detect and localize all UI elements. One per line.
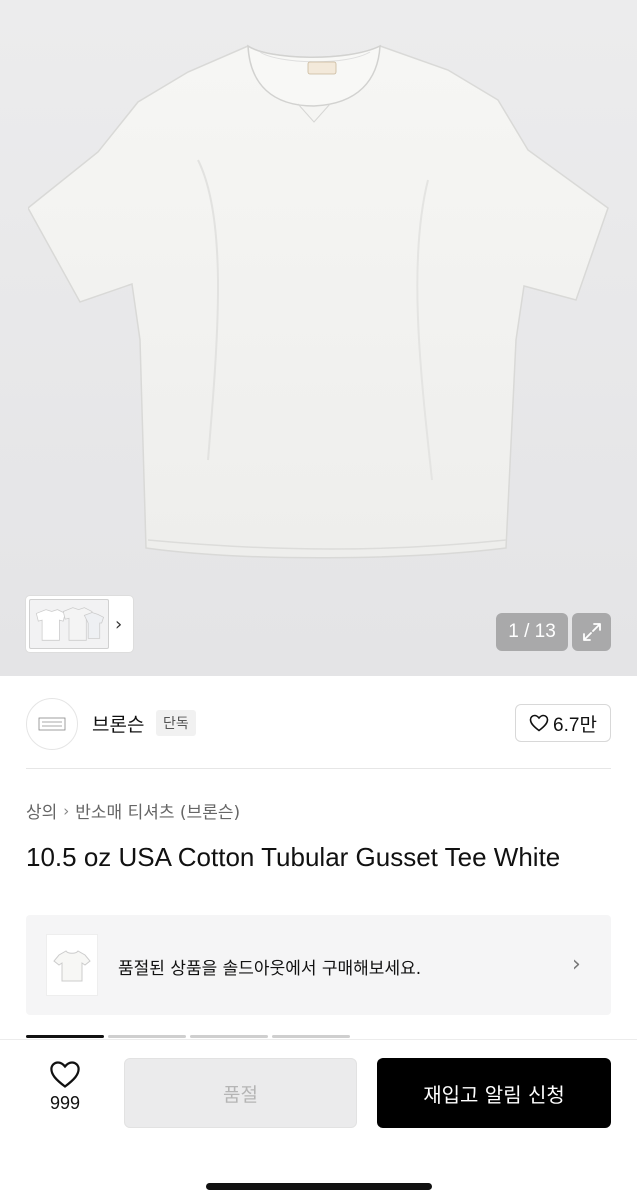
divider (26, 768, 611, 769)
tab-indicator-active[interactable] (26, 1035, 104, 1038)
home-indicator (206, 1183, 432, 1190)
wishlist-count: 999 (49, 1093, 81, 1113)
expand-icon (582, 623, 601, 641)
restock-notify-button[interactable]: 재입고 알림 신청 (377, 1058, 611, 1128)
soldout-button: 품절 (124, 1058, 357, 1128)
chevron-right-icon: › (572, 952, 581, 977)
soldout-banner[interactable]: 품절된 상품을 솔드아웃에서 구매해보세요. › (26, 915, 611, 1015)
exclusive-badge: 단독 (156, 710, 196, 736)
brand-name[interactable]: 브론슨 (92, 710, 144, 737)
breadcrumb: 상의 › 반소매 티셔츠 (브론슨) (26, 798, 240, 824)
wishlist-button[interactable]: 999 (26, 1060, 104, 1130)
thumbnail-image[interactable] (29, 599, 109, 649)
heart-icon (529, 714, 549, 732)
tab-indicator[interactable] (190, 1035, 268, 1038)
bottom-action-bar: 999 품절 재입고 알림 신청 (0, 1040, 637, 1200)
brand-like-button[interactable]: 6.7만 (515, 704, 611, 742)
heart-icon (50, 1061, 80, 1088)
tshirt-icon (53, 950, 91, 982)
breadcrumb-subcategory[interactable]: 반소매 티셔츠 (브론슨) (75, 798, 240, 823)
tab-bar-peek (26, 1035, 350, 1038)
soldout-banner-text: 품절된 상품을 솔드아웃에서 구매해보세요. (118, 959, 422, 979)
brand-logo[interactable] (26, 698, 78, 750)
brand-row: 브론슨 단독 6.7만 (0, 676, 637, 770)
chevron-right-icon: › (63, 801, 70, 820)
product-image (28, 44, 609, 559)
image-counter: 1 / 13 (496, 613, 568, 651)
bronson-logo-icon (38, 717, 66, 731)
product-title: 10.5 oz USA Cotton Tubular Gusset Tee Wh… (26, 842, 561, 872)
tab-indicator[interactable] (108, 1035, 186, 1038)
like-count: 6.7만 (553, 714, 597, 736)
tab-indicator[interactable] (272, 1035, 350, 1038)
thumbnail-tees-icon (35, 607, 105, 641)
soldout-product-thumbnail (46, 934, 98, 996)
thumbnail-strip[interactable]: › (26, 596, 133, 652)
chevron-right-icon[interactable]: › (115, 614, 122, 635)
product-image-gallery[interactable]: › 1 / 13 (0, 0, 637, 676)
expand-button[interactable] (572, 613, 611, 651)
breadcrumb-category[interactable]: 상의 (26, 798, 57, 823)
